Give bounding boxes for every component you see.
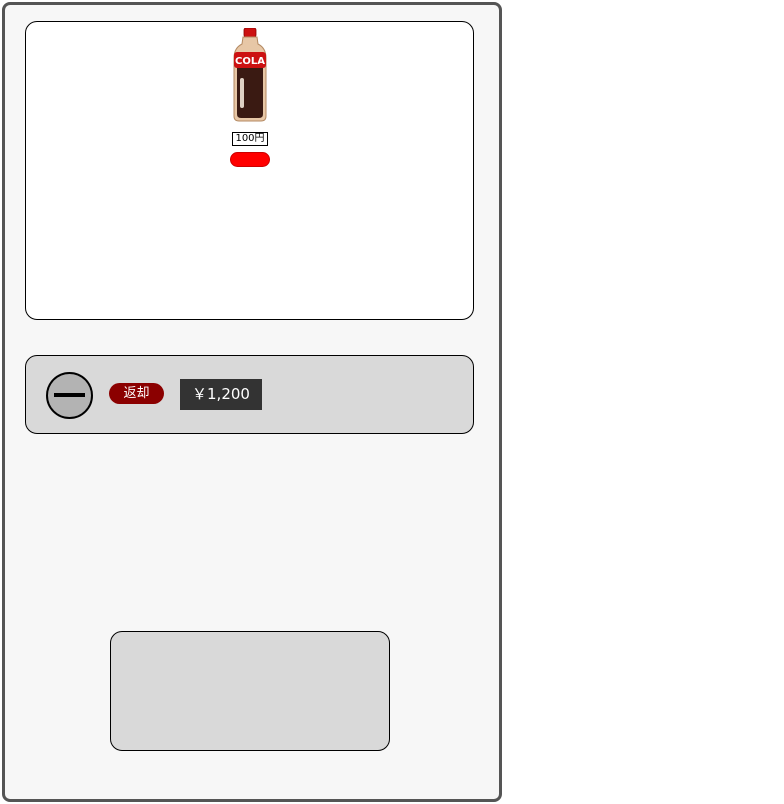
- product-display: COLA 100円: [25, 21, 474, 320]
- balance-display: ￥1,200: [180, 379, 262, 410]
- dispenser-tray[interactable]: [110, 631, 390, 751]
- price-tag: 100円: [232, 132, 268, 146]
- control-panel: 返却 ￥1,200: [25, 355, 474, 434]
- product-item: COLA 100円: [228, 28, 272, 167]
- cola-bottle-icon: COLA: [233, 28, 267, 122]
- return-button[interactable]: 返却: [109, 383, 164, 404]
- vending-machine: COLA 100円 返却 ￥1,200: [2, 2, 502, 802]
- bottle-label-text: COLA: [235, 56, 265, 67]
- minus-icon: [54, 393, 85, 397]
- buy-button[interactable]: [230, 152, 270, 167]
- coin-slot-minus-circle-icon[interactable]: [46, 372, 93, 419]
